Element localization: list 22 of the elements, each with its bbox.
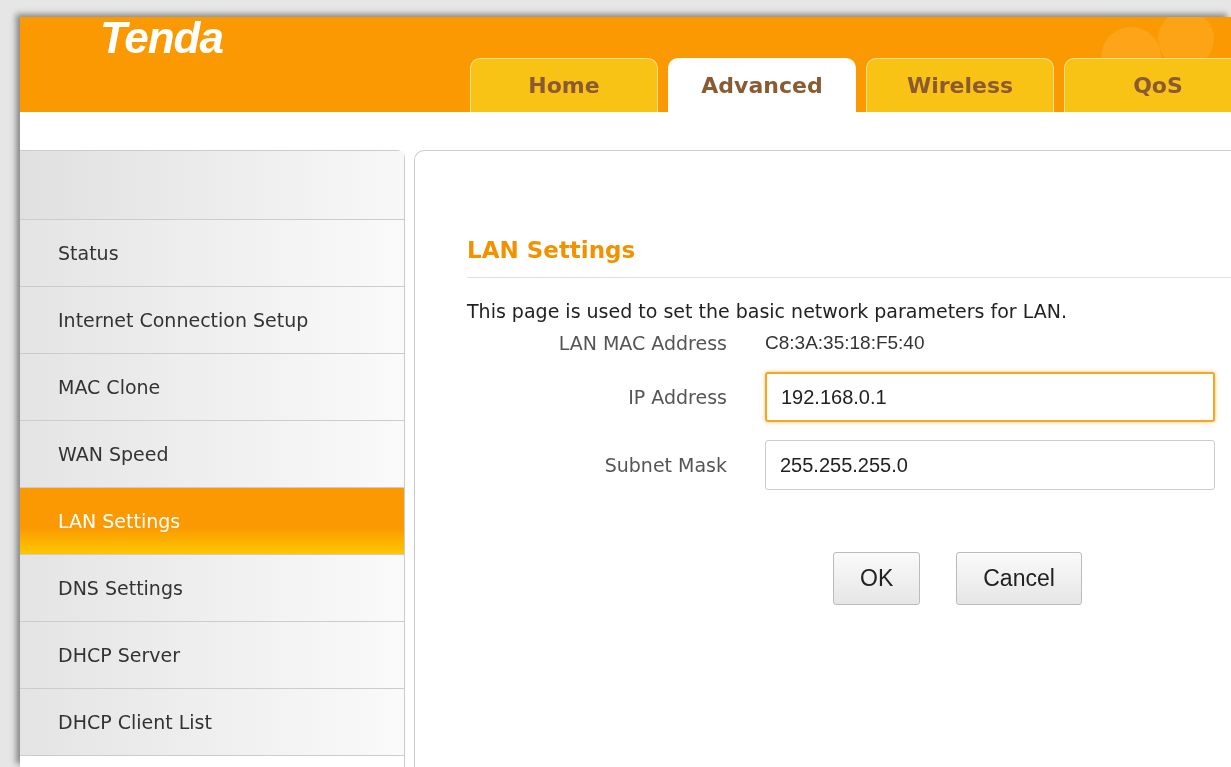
field-label: IP Address — [627, 386, 728, 408]
sidebar-item[interactable]: Status — [20, 220, 404, 287]
sidebar-item[interactable]: WAN Speed — [20, 421, 404, 488]
sidebar-item[interactable]: Internet Connection Setup — [20, 287, 404, 354]
section-title: LAN Settings — [467, 237, 637, 263]
nav-tab[interactable]: QoS — [1064, 58, 1231, 112]
cancel-button[interactable]: Cancel — [956, 552, 1082, 605]
sidebar-item[interactable]: DHCP Client List — [20, 689, 404, 756]
field-value: C8:3A:35:18:F5:40 — [765, 332, 925, 354]
field-label: Subnet Mask — [603, 454, 728, 476]
ok-button[interactable]: OK — [833, 552, 921, 605]
sidebar-item[interactable]: MAC Clone — [20, 354, 404, 421]
input-field[interactable]: 255.255.255.0 — [765, 440, 1215, 490]
logo: Tenda — [100, 13, 223, 63]
input-field[interactable]: 192.168.0.1 — [765, 372, 1215, 422]
nav-tab[interactable]: Advanced — [668, 58, 856, 112]
field-label: LAN MAC Address — [557, 332, 728, 354]
sidebar-item[interactable]: DHCP Server — [20, 622, 404, 689]
nav-tab[interactable]: Home — [470, 58, 658, 112]
description-text: This page is used to set the basic network parameters for LAN. — [467, 300, 1068, 322]
nav-tab[interactable]: Wireless — [866, 58, 1054, 112]
sidebar-item[interactable]: DNS Settings — [20, 555, 404, 622]
